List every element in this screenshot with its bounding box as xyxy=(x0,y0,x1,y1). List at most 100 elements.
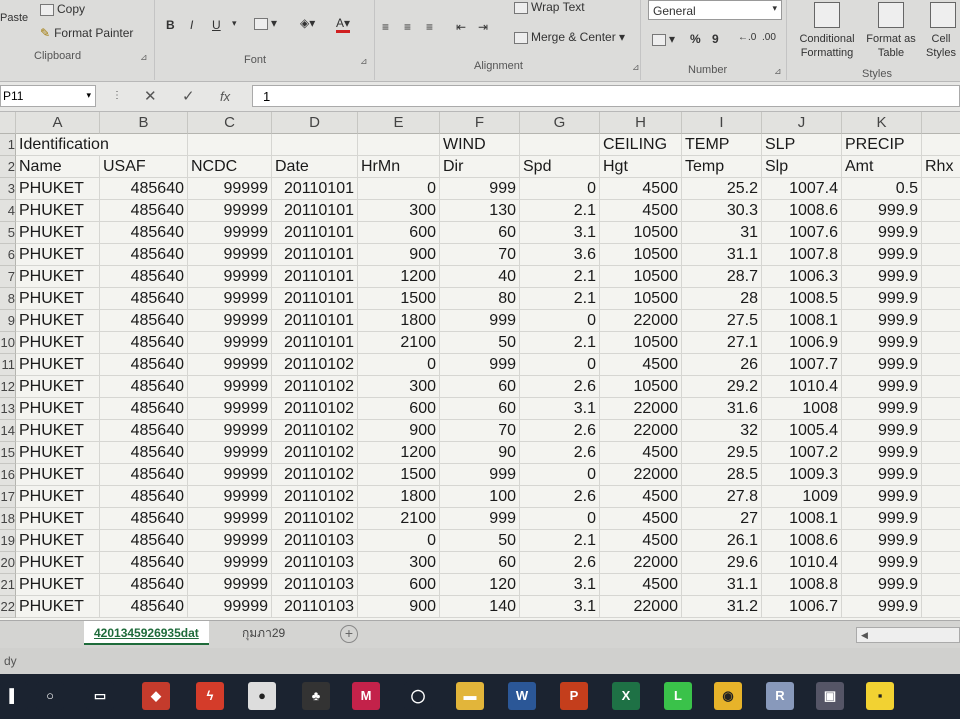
header-cell[interactable]: Amt xyxy=(842,156,922,178)
table-cell[interactable]: 20110103 xyxy=(272,530,358,552)
table-cell[interactable]: 99999 xyxy=(188,310,272,332)
table-cell[interactable]: 3.6 xyxy=(520,244,600,266)
column-header-e[interactable]: E xyxy=(358,112,440,134)
table-cell[interactable]: 485640 xyxy=(100,266,188,288)
table-cell[interactable]: 29.2 xyxy=(682,376,762,398)
header-cell[interactable]: Dir xyxy=(440,156,520,178)
table-cell[interactable]: 0 xyxy=(520,178,600,200)
select-all-corner[interactable] xyxy=(0,112,16,134)
table-cell[interactable]: 27.5 xyxy=(682,310,762,332)
table-cell[interactable]: PHUKET xyxy=(16,464,100,486)
word-icon[interactable]: W xyxy=(508,682,536,710)
table-cell[interactable]: 30.3 xyxy=(682,200,762,222)
table-cell[interactable]: 80 xyxy=(440,288,520,310)
header-cell[interactable]: Temp xyxy=(682,156,762,178)
table-cell[interactable]: 0.5 xyxy=(842,178,922,200)
table-cell[interactable] xyxy=(922,596,960,618)
align-left-button[interactable]: ≡ xyxy=(382,20,391,34)
name-box[interactable]: P11 ▾ xyxy=(0,85,96,107)
cancel-icon[interactable]: ✕ xyxy=(144,87,157,105)
file-explorer-icon[interactable]: ▬ xyxy=(456,682,484,710)
table-cell[interactable]: 99999 xyxy=(188,266,272,288)
app-photo-icon[interactable]: ▣ xyxy=(816,682,844,710)
table-cell[interactable]: 1008.5 xyxy=(762,288,842,310)
table-cell[interactable]: 60 xyxy=(440,552,520,574)
header-cell[interactable]: Identification xyxy=(16,134,188,156)
table-cell[interactable]: 2100 xyxy=(358,508,440,530)
table-cell[interactable] xyxy=(922,288,960,310)
align-center-button[interactable]: ≡ xyxy=(404,20,411,34)
percent-button[interactable]: % xyxy=(690,32,701,46)
column-header-h[interactable]: H xyxy=(600,112,682,134)
header-cell[interactable]: NCDC xyxy=(188,156,272,178)
table-cell[interactable]: 1008.1 xyxy=(762,310,842,332)
table-cell[interactable]: 1010.4 xyxy=(762,376,842,398)
table-cell[interactable]: 4500 xyxy=(600,486,682,508)
table-cell[interactable]: 1006.9 xyxy=(762,332,842,354)
table-cell[interactable]: 0 xyxy=(520,508,600,530)
table-cell[interactable]: 2.1 xyxy=(520,266,600,288)
table-cell[interactable]: 60 xyxy=(440,222,520,244)
table-cell[interactable]: 485640 xyxy=(100,288,188,310)
table-cell[interactable]: 999 xyxy=(440,464,520,486)
column-header-a[interactable]: A xyxy=(16,112,100,134)
table-cell[interactable]: 485640 xyxy=(100,354,188,376)
row-header[interactable]: 8 xyxy=(0,288,16,310)
table-cell[interactable]: 31.1 xyxy=(682,244,762,266)
start-icon[interactable]: ▌ xyxy=(0,682,28,710)
table-cell[interactable]: 99999 xyxy=(188,288,272,310)
table-cell[interactable]: 32 xyxy=(682,420,762,442)
table-cell[interactable]: 100 xyxy=(440,486,520,508)
table-cell[interactable]: 1007.7 xyxy=(762,354,842,376)
table-cell[interactable]: 900 xyxy=(358,244,440,266)
table-cell[interactable]: 3.1 xyxy=(520,222,600,244)
table-cell[interactable]: 50 xyxy=(440,332,520,354)
table-cell[interactable]: 70 xyxy=(440,244,520,266)
powerpoint-icon[interactable]: P xyxy=(560,682,588,710)
table-cell[interactable]: 22000 xyxy=(600,310,682,332)
table-cell[interactable]: 28.5 xyxy=(682,464,762,486)
table-cell[interactable]: 1005.4 xyxy=(762,420,842,442)
table-cell[interactable]: 2.6 xyxy=(520,420,600,442)
table-cell[interactable]: 485640 xyxy=(100,552,188,574)
column-header-d[interactable]: D xyxy=(272,112,358,134)
table-cell[interactable]: 99999 xyxy=(188,442,272,464)
table-cell[interactable]: PHUKET xyxy=(16,332,100,354)
table-cell[interactable]: 90 xyxy=(440,442,520,464)
table-cell[interactable]: PHUKET xyxy=(16,266,100,288)
table-cell[interactable]: 1008 xyxy=(762,398,842,420)
wrap-text-button[interactable]: Wrap Text xyxy=(514,0,585,14)
table-cell[interactable]: 10500 xyxy=(600,332,682,354)
table-cell[interactable]: 140 xyxy=(440,596,520,618)
table-cell[interactable]: PHUKET xyxy=(16,354,100,376)
table-cell[interactable] xyxy=(922,332,960,354)
row-header[interactable]: 11 xyxy=(0,354,16,376)
table-cell[interactable] xyxy=(922,266,960,288)
table-cell[interactable] xyxy=(922,354,960,376)
table-cell[interactable]: 999.9 xyxy=(842,442,922,464)
table-cell[interactable]: 1006.3 xyxy=(762,266,842,288)
table-cell[interactable]: 0 xyxy=(358,178,440,200)
table-cell[interactable]: 999 xyxy=(440,178,520,200)
line-icon[interactable]: L xyxy=(664,682,692,710)
app-mega-icon[interactable]: M xyxy=(352,682,380,710)
table-cell[interactable]: 4500 xyxy=(600,442,682,464)
header-cell[interactable] xyxy=(520,134,600,156)
table-cell[interactable] xyxy=(922,244,960,266)
table-cell[interactable]: 2.1 xyxy=(520,200,600,222)
table-cell[interactable]: 99999 xyxy=(188,508,272,530)
font-launcher-icon[interactable]: ⊿ xyxy=(360,56,368,67)
table-cell[interactable]: 600 xyxy=(358,398,440,420)
table-cell[interactable]: 999.9 xyxy=(842,266,922,288)
table-cell[interactable]: PHUKET xyxy=(16,222,100,244)
table-cell[interactable]: 22000 xyxy=(600,464,682,486)
table-cell[interactable]: 2.6 xyxy=(520,442,600,464)
table-cell[interactable]: 485640 xyxy=(100,398,188,420)
table-cell[interactable]: 1007.8 xyxy=(762,244,842,266)
table-cell[interactable]: PHUKET xyxy=(16,530,100,552)
table-cell[interactable]: 1008.1 xyxy=(762,508,842,530)
table-cell[interactable]: 1008.6 xyxy=(762,200,842,222)
table-cell[interactable]: 1010.4 xyxy=(762,552,842,574)
table-cell[interactable]: 25.2 xyxy=(682,178,762,200)
task-view-icon[interactable]: ▭ xyxy=(86,682,114,710)
